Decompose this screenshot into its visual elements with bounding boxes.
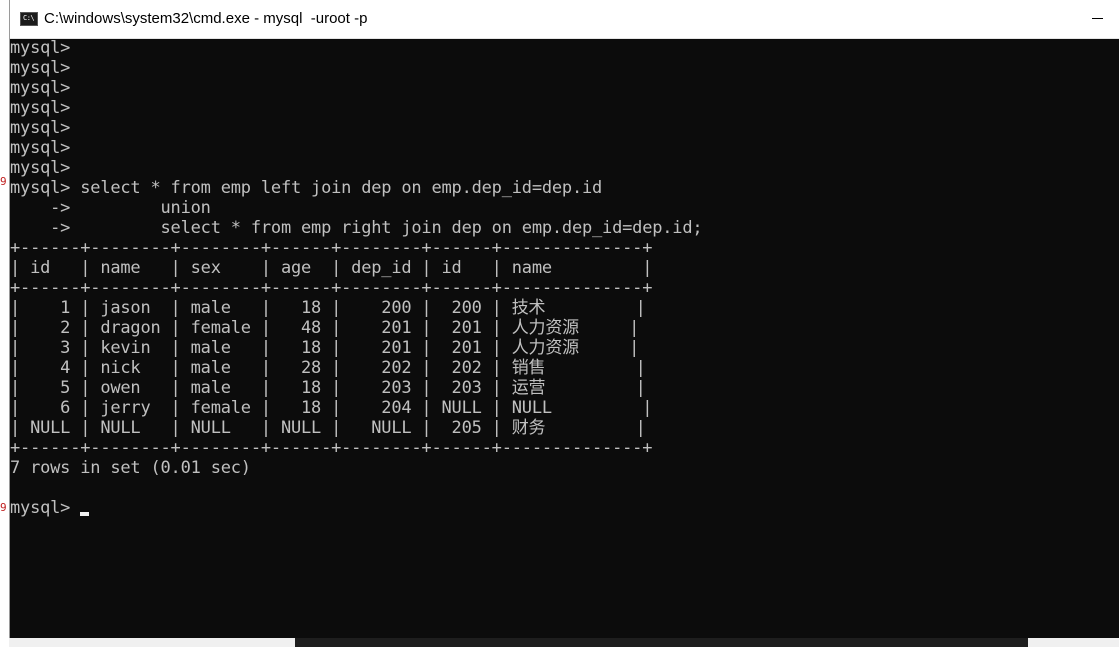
table-row: | 2 | dragon | female | 48 | 201 | 201 |… (10, 318, 640, 338)
table-row: | 6 | jerry | female | 18 | 204 | NULL |… (10, 398, 653, 418)
console-output[interactable]: mysql> mysql> mysql> mysql> mysql> mysql… (10, 38, 1119, 638)
console-line: mysql> (10, 38, 71, 58)
cmd-window: C:\ C:\windows\system32\cmd.exe - mysql … (9, 0, 1119, 638)
active-prompt-line[interactable]: mysql> (10, 498, 1119, 518)
table-row: | 5 | owen | male | 18 | 203 | 203 | 运营 … (10, 378, 646, 398)
table-border: +------+--------+--------+------+-------… (10, 438, 653, 458)
taskbar-fragment (295, 638, 1028, 647)
cmd-app-icon: C:\ (20, 12, 38, 26)
table-border: +------+--------+--------+------+-------… (10, 278, 653, 298)
sql-query-line: mysql> select * from emp left join dep o… (10, 178, 603, 198)
text-cursor (80, 512, 90, 516)
console-line: mysql> (10, 138, 71, 158)
side-mark: 9 (0, 175, 7, 188)
console-line: mysql> (10, 118, 71, 138)
console-line: mysql> (10, 158, 71, 178)
window-title: C:\windows\system32\cmd.exe - mysql -uro… (44, 10, 368, 27)
sql-continuation-line: -> union (10, 198, 211, 218)
side-mark: 9 (0, 501, 7, 514)
desktop-edge (0, 0, 9, 647)
console-line: mysql> (10, 98, 71, 118)
prompt-text: mysql> (10, 498, 81, 518)
table-row: | 1 | jason | male | 18 | 200 | 200 | 技术… (10, 298, 646, 318)
table-row: | 4 | nick | male | 28 | 202 | 202 | 销售 … (10, 358, 646, 378)
table-border: +------+--------+--------+------+-------… (10, 238, 653, 258)
table-header: | id | name | sex | age | dep_id | id | … (10, 258, 653, 278)
sql-continuation-line: -> select * from emp right join dep on e… (10, 218, 703, 238)
minimize-button[interactable] (1074, 0, 1119, 38)
cmd-icon-label: C:\ (23, 14, 35, 22)
table-row: | 3 | kevin | male | 18 | 201 | 201 | 人力… (10, 338, 640, 358)
console-line: mysql> (10, 58, 71, 78)
table-row: | NULL | NULL | NULL | NULL | NULL | 205… (10, 418, 646, 438)
result-summary: 7 rows in set (0.01 sec) (10, 458, 251, 478)
console-line: mysql> (10, 78, 71, 98)
title-bar[interactable]: C:\ C:\windows\system32\cmd.exe - mysql … (10, 0, 1119, 39)
